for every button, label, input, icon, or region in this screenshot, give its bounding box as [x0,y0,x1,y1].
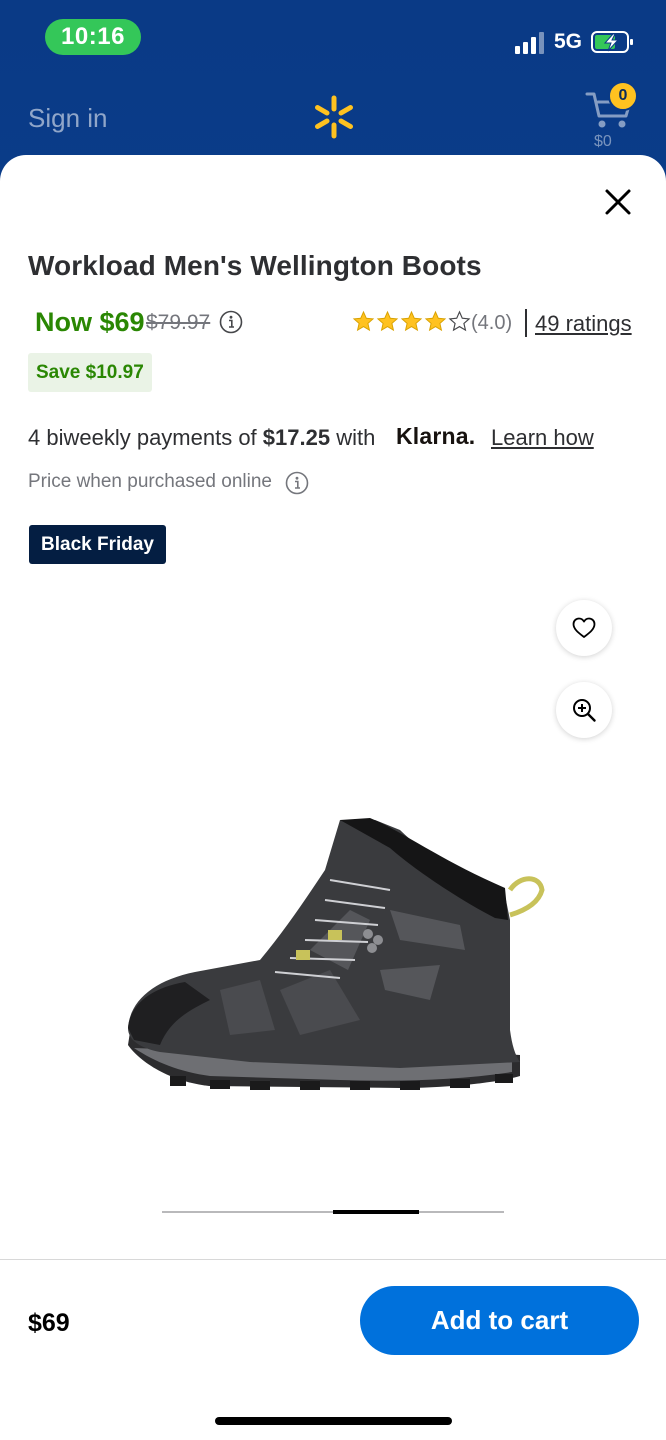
original-price: $79.97 [146,311,211,334]
save-badge: Save $10.97 [28,353,152,392]
price-online-note: Price when purchased online [28,471,272,492]
status-bar: 10:16 5G [0,0,666,80]
rating-stars [352,310,471,336]
add-to-cart-button[interactable]: Add to cart [360,1286,639,1355]
zoom-in-icon [573,699,596,722]
signal-icon [515,32,544,54]
klarna-payments-text: 4 biweekly payments of $17.25 with [28,425,375,451]
payments-amount: $17.25 [262,425,331,450]
zoom-button[interactable] [556,682,612,738]
app-screen: 10:16 5G Sign in 0 $0 Workload Men's Wel… [0,0,666,1440]
walmart-spark-icon[interactable] [310,93,358,141]
footer-price: $69 [28,1309,70,1337]
sign-in-link[interactable]: Sign in [28,103,108,134]
status-time: 10:16 [45,19,141,55]
carousel-active-thumb [333,1210,419,1214]
close-icon[interactable] [602,186,634,218]
heart-icon [572,617,596,638]
black-friday-badge: Black Friday [29,525,166,564]
rating-value: (4.0) [471,312,513,334]
ratings-link[interactable]: 49 ratings [535,311,632,337]
footer-divider [0,1259,666,1260]
star-filled-icon [376,310,399,332]
payments-suffix: with [330,425,376,450]
info-icon[interactable] [285,471,309,495]
product-title: Workload Men's Wellington Boots [28,250,482,281]
star-empty-icon [448,310,471,332]
info-icon[interactable] [219,310,243,334]
product-image[interactable] [100,800,560,1110]
rating-divider [525,309,527,337]
star-filled-icon [352,310,375,332]
cart-count-badge: 0 [608,81,638,111]
learn-how-link[interactable]: Learn how [491,425,594,451]
star-filled-icon [400,310,423,332]
home-indicator[interactable] [215,1417,452,1425]
payments-prefix: 4 biweekly payments of [28,425,263,450]
network-label: 5G [554,30,583,53]
product-sheet [0,155,666,1440]
favorite-button[interactable] [556,600,612,656]
star-filled-icon [424,310,447,332]
cart-total: $0 [594,133,612,150]
image-carousel-indicator[interactable] [162,1210,504,1214]
current-price: Now $69 [35,307,145,337]
battery-charging-icon [591,31,633,53]
klarna-logo: Klarna. [396,423,476,449]
